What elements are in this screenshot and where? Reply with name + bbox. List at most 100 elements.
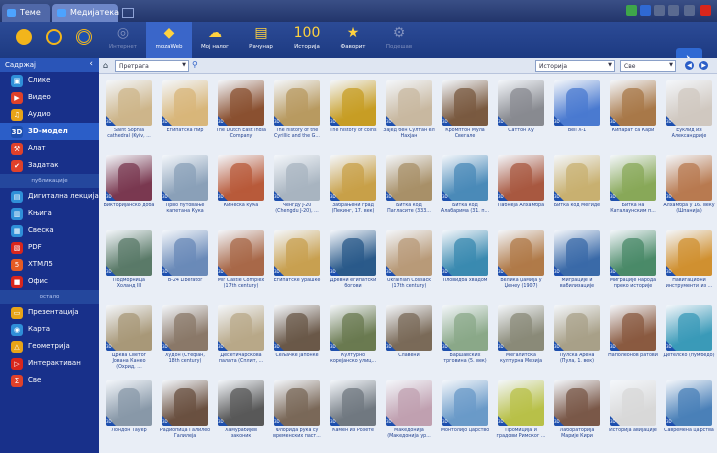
tile-thumbnail[interactable]: 3D <box>442 305 488 351</box>
media-tile[interactable]: 3D Историја авијације <box>607 380 659 446</box>
tile-thumbnail[interactable]: 3D <box>666 155 712 201</box>
media-tile[interactable]: 3D Радиопица Галилео Галилеја <box>159 380 211 446</box>
tile-thumbnail[interactable]: 3D <box>498 380 544 426</box>
media-tile[interactable]: 3D Мегалитска културна Мезија <box>495 305 547 371</box>
next-page-icon[interactable]: ▶ <box>699 61 708 70</box>
tile-thumbnail[interactable]: 3D <box>554 230 600 276</box>
close-icon[interactable] <box>700 5 711 16</box>
media-tile[interactable]: 3D Египатска пир <box>159 80 211 146</box>
media-tile[interactable]: 3D Културно корејанско улиц... <box>327 305 379 371</box>
media-tile[interactable]: 3D Викторијанско доба <box>103 155 155 221</box>
rocket-icon[interactable] <box>46 29 62 45</box>
media-tile[interactable]: 3D Прво путовање капетана Кука <box>159 155 211 221</box>
media-tile[interactable]: 3D Ченгду J-20 (Chengdu J-20), ... <box>271 155 323 221</box>
media-tile[interactable]: 3D Кромптон Мула Свегале <box>439 80 491 146</box>
tile-thumbnail[interactable]: 3D <box>386 230 432 276</box>
sidebar-item[interactable]: ✔ Задатак <box>0 157 99 174</box>
sidebar-item[interactable]: ▶ Видео <box>0 89 99 106</box>
media-tile[interactable]: 3D Монтолиjo царство <box>439 380 491 446</box>
toolbar-button[interactable]: ★ Фаворит <box>330 22 376 58</box>
search-icon[interactable]: ⚲ <box>192 60 202 70</box>
media-tile[interactable]: 3D Кипарат са Кари <box>607 80 659 146</box>
toolbar-button[interactable]: ⚙ Подешав <box>376 22 422 58</box>
sidebar-item[interactable]: △ Геометрија <box>0 338 99 355</box>
media-tile[interactable]: 3D Подморница Холанд III <box>103 230 155 296</box>
tile-thumbnail[interactable]: 3D <box>498 230 544 276</box>
tile-thumbnail[interactable]: 3D <box>554 155 600 201</box>
media-tile[interactable]: 3D Славени <box>383 305 435 371</box>
media-tile[interactable]: 3D Битка код Пагласите (333... <box>383 155 435 221</box>
tile-thumbnail[interactable]: 3D <box>162 155 208 201</box>
tile-thumbnail[interactable]: 3D <box>330 380 376 426</box>
sidebar-item[interactable]: 5 ХТМЛ5 <box>0 256 99 273</box>
sidebar-item[interactable]: ▣ Слике <box>0 72 99 89</box>
media-tile[interactable]: 3D Mir Castle Complex (17th century) <box>215 230 267 296</box>
media-tile[interactable]: 3D Забрањени град (Пекинг, 17. век) <box>327 155 379 221</box>
media-tile[interactable]: 3D Зајед бен Султан ел Нахјан <box>383 80 435 146</box>
tile-thumbnail[interactable]: 3D <box>386 305 432 351</box>
tile-thumbnail[interactable]: 3D <box>274 305 320 351</box>
tile-thumbnail[interactable]: 3D <box>386 80 432 126</box>
sidebar-item[interactable]: ♫ Аудио <box>0 106 99 123</box>
tab-media-library[interactable]: Медијатека <box>52 4 119 22</box>
tile-thumbnail[interactable]: 3D <box>106 230 152 276</box>
add-icon[interactable] <box>16 29 32 45</box>
sidebar-item[interactable]: ⚒ Алат <box>0 140 99 157</box>
media-tile[interactable]: 3D Промиција и градови Римског ... <box>495 380 547 446</box>
sidebar-item[interactable]: ▷ Интерактиван <box>0 355 99 372</box>
media-tile[interactable]: 3D Детелско (пумбедо) <box>663 305 715 371</box>
tile-thumbnail[interactable]: 3D <box>442 230 488 276</box>
tile-thumbnail[interactable]: 3D <box>162 80 208 126</box>
tile-thumbnail[interactable]: 3D <box>442 80 488 126</box>
media-tile[interactable]: 3D Сељачке јапонке <box>271 305 323 371</box>
tile-thumbnail[interactable]: 3D <box>554 380 600 426</box>
tile-thumbnail[interactable]: 3D <box>666 230 712 276</box>
media-tile[interactable]: 3D Пабнеја Алхамбра <box>495 155 547 221</box>
green-window-icon[interactable] <box>626 5 637 16</box>
media-tile[interactable]: 3D Кинеска кућа <box>215 155 267 221</box>
tile-thumbnail[interactable]: 3D <box>610 380 656 426</box>
tile-thumbnail[interactable]: 3D <box>218 230 264 276</box>
tile-thumbnail[interactable]: 3D <box>274 380 320 426</box>
tile-thumbnail[interactable]: 3D <box>498 155 544 201</box>
maximize-icon[interactable] <box>684 5 695 16</box>
media-tile[interactable]: 3D Битка код Мегиде <box>551 155 603 221</box>
media-tile[interactable]: 3D Битка код Алабарима (31. п... <box>439 155 491 221</box>
toolbar-button[interactable]: ◆ mozaWeb <box>146 22 192 58</box>
tile-thumbnail[interactable]: 3D <box>610 305 656 351</box>
media-tile[interactable]: 3D Ukrainian Cossack (17th century) <box>383 230 435 296</box>
tile-thumbnail[interactable]: 3D <box>610 230 656 276</box>
prev-page-icon[interactable]: ◀ <box>685 61 694 70</box>
media-tile[interactable]: 3D B-24 Liberator <box>159 230 211 296</box>
media-tile[interactable]: 3D Битка на Каталаунским п... <box>607 155 659 221</box>
search-input[interactable]: Претрага ▼ <box>115 60 189 72</box>
media-tile[interactable]: 3D Алхамбра у 16. веку (Шпанија) <box>663 155 715 221</box>
tile-thumbnail[interactable]: 3D <box>666 380 712 426</box>
tile-thumbnail[interactable]: 3D <box>218 155 264 201</box>
media-tile[interactable]: 3D Пловидба хвадом <box>439 230 491 296</box>
tile-thumbnail[interactable]: 3D <box>498 305 544 351</box>
sidebar-item[interactable]: 3D 3D-модел <box>0 123 99 140</box>
tile-thumbnail[interactable]: 3D <box>162 380 208 426</box>
media-tile[interactable]: 3D Хамурабијев законик <box>215 380 267 446</box>
sidebar-item[interactable]: ▭ Презентација <box>0 304 99 321</box>
tile-thumbnail[interactable]: 3D <box>218 380 264 426</box>
tile-thumbnail[interactable]: 3D <box>330 305 376 351</box>
tile-thumbnail[interactable]: 3D <box>666 80 712 126</box>
tile-thumbnail[interactable]: 3D <box>386 380 432 426</box>
toolbar-button[interactable]: 100 Историја <box>284 22 330 58</box>
sidebar-item[interactable]: ▤ Дигитална лекција <box>0 188 99 205</box>
media-tile[interactable]: 3D Црква Светог Јована Канео (Охрид, ... <box>103 305 155 371</box>
media-tile[interactable]: 3D The history of coins <box>327 80 379 146</box>
media-tile[interactable]: 3D Миграције народа преко историје <box>607 230 659 296</box>
tile-thumbnail[interactable]: 3D <box>330 80 376 126</box>
media-tile[interactable]: 3D Худон (Стефан, 18th century) <box>159 305 211 371</box>
toolbar-button[interactable]: ◎ Интернет <box>100 22 146 58</box>
tile-thumbnail[interactable]: 3D <box>610 80 656 126</box>
home-icon[interactable]: ⌂ <box>103 61 113 71</box>
media-tile[interactable]: 3D Египатске урашке <box>271 230 323 296</box>
tile-thumbnail[interactable]: 3D <box>386 155 432 201</box>
tile-thumbnail[interactable]: 3D <box>330 230 376 276</box>
tile-thumbnail[interactable]: 3D <box>162 230 208 276</box>
media-tile[interactable]: 3D The Dutch East India Company <box>215 80 267 146</box>
